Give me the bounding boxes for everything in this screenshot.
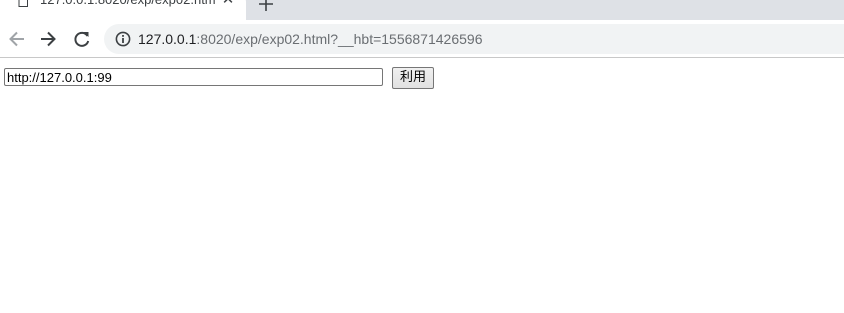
tab-strip: 127.0.0.1:8020/exp/exp02.html ✕ [0, 0, 844, 20]
page-icon [18, 0, 28, 7]
address-path: :8020/exp/exp02.html?__hbt=1556871426596 [196, 31, 483, 47]
close-icon[interactable]: ✕ [218, 0, 238, 9]
arrow-left-icon[interactable] [6, 28, 28, 50]
reload-icon[interactable] [71, 28, 93, 50]
address-bar[interactable]: 127.0.0.1:8020/exp/exp02.html?__hbt=1556… [104, 24, 844, 54]
info-icon[interactable] [115, 31, 131, 47]
tab-title: 127.0.0.1:8020/exp/exp02.html [40, 0, 216, 8]
address-host: 127.0.0.1 [138, 31, 197, 47]
address-url: 127.0.0.1:8020/exp/exp02.html?__hbt=1556… [138, 24, 482, 54]
use-button[interactable]: 利用 [392, 67, 434, 89]
plus-icon[interactable] [256, 0, 276, 14]
arrow-right-icon[interactable] [37, 28, 59, 50]
url-input[interactable] [4, 68, 383, 86]
browser-tab[interactable]: 127.0.0.1:8020/exp/exp02.html ✕ [0, 0, 246, 20]
browser-toolbar: 127.0.0.1:8020/exp/exp02.html?__hbt=1556… [0, 20, 844, 58]
page-content: 利用 [0, 58, 844, 313]
